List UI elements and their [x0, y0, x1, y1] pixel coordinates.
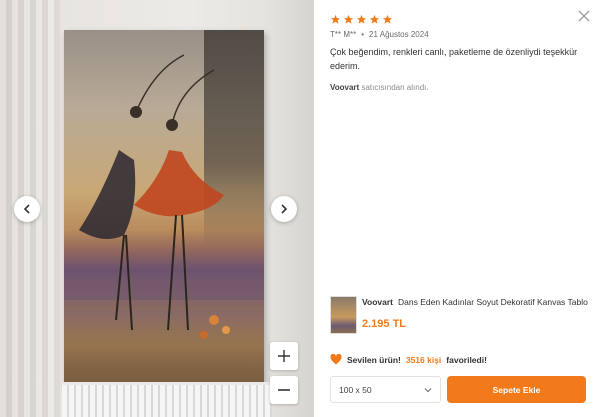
size-select[interactable]: 100 x 50	[330, 376, 441, 403]
product-title[interactable]: Voovart Dans Eden Kadınlar Soyut Dekorati…	[362, 297, 592, 307]
product-price: 2.195 TL	[362, 318, 407, 330]
star-icon	[369, 14, 380, 24]
review-seller: Voovart satıcısından alındı.	[330, 83, 429, 92]
star-icon	[343, 14, 354, 24]
product-brand: Voovart	[362, 297, 394, 307]
zoom-in-button[interactable]	[270, 342, 298, 370]
favorite-prefix: Sevilen ürün!	[347, 354, 401, 365]
favorite-info: Sevilen ürün! 3516 kişi favoriledi!	[330, 354, 487, 365]
chevron-down-icon	[424, 387, 432, 392]
radiator	[62, 382, 272, 417]
meta-separator: •	[361, 30, 365, 39]
heart-icon	[330, 354, 342, 365]
review-image-modal: T** M** • 21 Ağustos 2024 Çok beğendim, …	[0, 0, 600, 417]
review-panel: T** M** • 21 Ağustos 2024 Çok beğendim, …	[314, 0, 600, 417]
review-text: Çok beğendim, renkleri canlı, paketleme …	[330, 47, 578, 71]
favorite-suffix: favoriledi!	[446, 354, 487, 365]
chevron-right-icon	[281, 204, 288, 214]
plus-icon	[278, 350, 290, 362]
seller-name[interactable]: Voovart	[330, 83, 359, 92]
canvas-painting	[64, 30, 264, 390]
minus-icon	[278, 389, 290, 391]
size-selected-value: 100 x 50	[339, 384, 372, 395]
seller-suffix: satıcısından alındı.	[361, 83, 429, 92]
rating-stars	[330, 14, 393, 25]
product-thumbnail[interactable]	[330, 296, 357, 334]
review-meta: T** M** • 21 Ağustos 2024	[330, 30, 429, 39]
star-icon	[382, 14, 393, 24]
close-icon[interactable]	[578, 10, 590, 22]
product-name: Dans Eden Kadınlar Soyut Dekoratif Kanva…	[398, 297, 588, 307]
review-date: 21 Ağustos 2024	[369, 30, 429, 39]
star-icon	[356, 14, 367, 24]
previous-image-button[interactable]	[14, 196, 40, 222]
dancers-figure	[79, 54, 230, 339]
product-summary[interactable]: Voovart Dans Eden Kadınlar Soyut Dekorati…	[330, 296, 592, 336]
favorite-count: 3516 kişi	[405, 354, 442, 365]
add-to-cart-button[interactable]: Sepete Ekle	[447, 376, 586, 403]
chevron-left-icon	[23, 204, 30, 214]
review-photo	[0, 0, 314, 417]
zoom-out-button[interactable]	[270, 376, 298, 404]
next-image-button[interactable]	[271, 196, 297, 222]
star-icon	[330, 14, 341, 24]
review-author: T** M**	[330, 30, 357, 39]
